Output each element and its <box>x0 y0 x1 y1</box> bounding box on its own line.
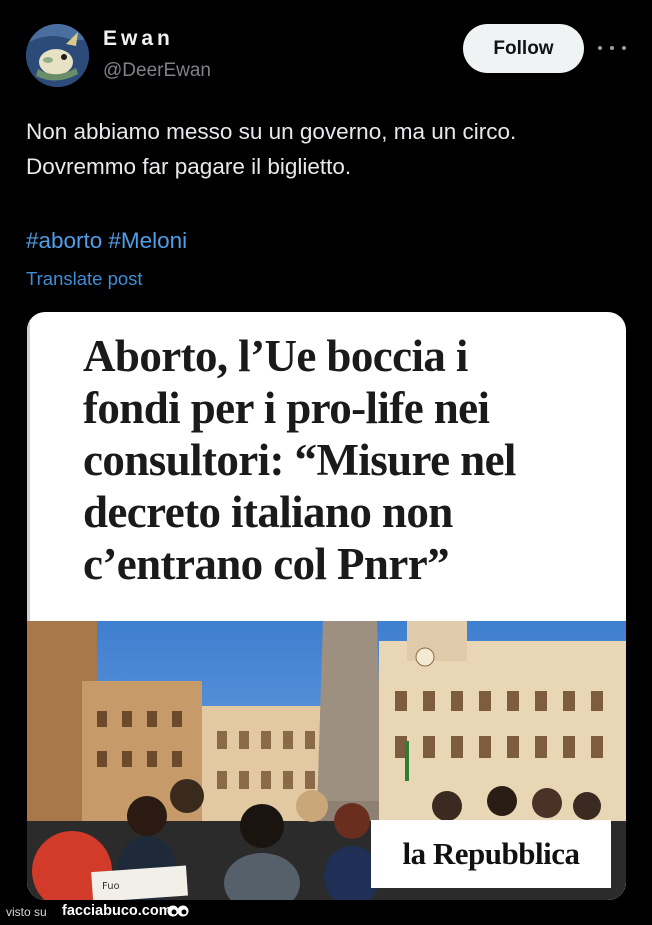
author-avatar[interactable] <box>26 24 89 87</box>
follow-button[interactable]: Follow <box>463 24 584 73</box>
avatar-image <box>26 24 89 87</box>
post-text-line: Dovremmo far pagare il biglietto. <box>26 154 352 179</box>
more-dot <box>610 46 614 50</box>
watermark-site: facciabuco.com <box>62 903 172 919</box>
hashtags: #aborto #Meloni <box>26 228 193 254</box>
post-text-line: Non abbiamo messo su un governo, ma un c… <box>26 119 517 144</box>
media-card[interactable]: Aborto, l’Ue boccia i fondi per i pro-li… <box>27 312 626 900</box>
headline-line: Aborto, l’Ue boccia i <box>83 331 468 381</box>
placard-text: Fuo <box>102 881 120 892</box>
eyes-icon <box>167 905 189 917</box>
hashtag-link[interactable]: #aborto <box>26 228 102 253</box>
headline-line: fondi per i pro-life nei <box>83 383 490 433</box>
article-headline: Aborto, l’Ue boccia i fondi per i pro-li… <box>83 330 613 590</box>
divider <box>27 312 30 622</box>
more-dot <box>598 46 602 50</box>
more-horizontal-icon[interactable] <box>598 36 626 60</box>
newspaper-logo-text: la Repubblica <box>402 836 580 871</box>
headline-line: consultori: “Misure nel <box>83 435 516 485</box>
more-dot <box>622 46 626 50</box>
watermark-prefix: visto su <box>6 905 47 919</box>
post-text: Non abbiamo messo su un governo, ma un c… <box>26 114 626 184</box>
watermark-bar: visto su facciabuco.com <box>0 900 652 925</box>
translate-post-link[interactable]: Translate post <box>26 268 143 290</box>
hashtag-link[interactable]: #Meloni <box>108 228 187 253</box>
headline-line: decreto italiano non <box>83 487 453 537</box>
author-handle[interactable]: @DeerEwan <box>103 60 211 82</box>
newspaper-logo: la Repubblica <box>371 820 611 888</box>
author-display-name[interactable]: Ewan <box>103 27 174 51</box>
headline-line: c’entrano col Pnrr” <box>83 539 450 589</box>
